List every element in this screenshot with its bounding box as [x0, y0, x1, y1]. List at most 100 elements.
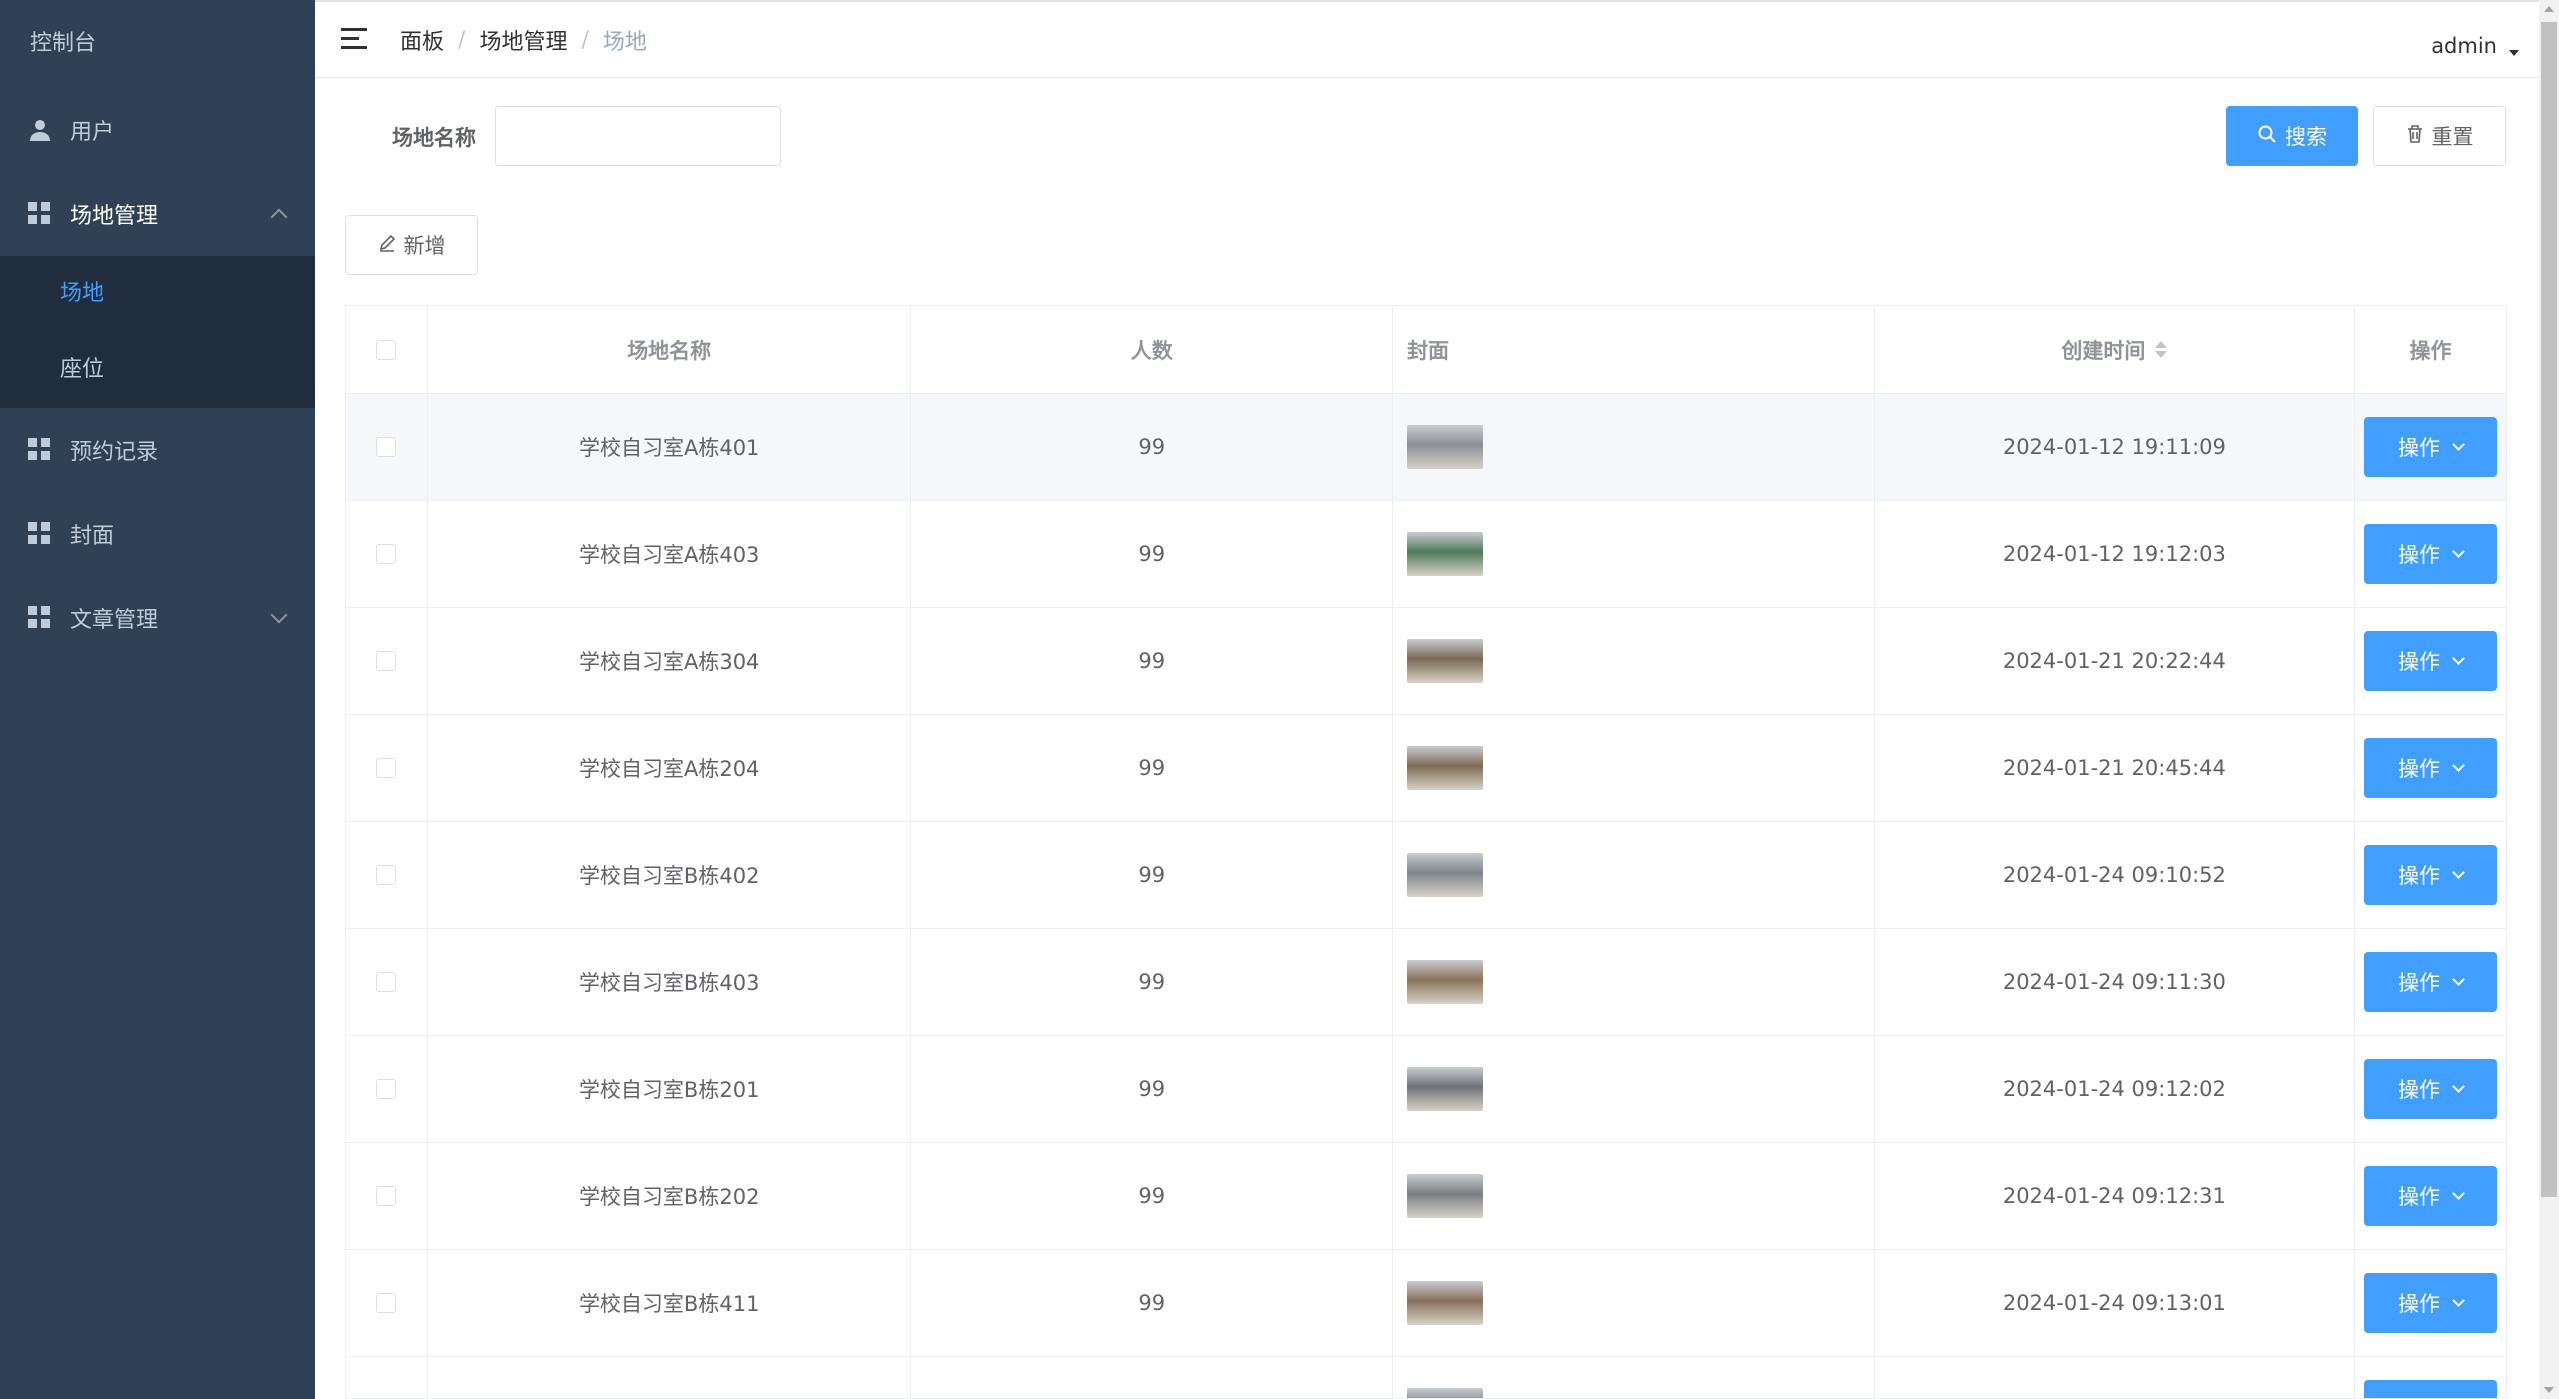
sidebar-item-articles[interactable]: 文章管理 [0, 576, 315, 660]
scroll-down-icon[interactable] [2544, 1387, 2554, 1393]
sidebar-item-users[interactable]: 用户 [0, 88, 315, 172]
sidebar-item-label: 封面 [70, 524, 115, 549]
search-button[interactable]: 搜索 [2226, 106, 2358, 166]
sidebar-item-reservations[interactable]: 预约记录 [0, 408, 315, 492]
column-header-count: 人数 [911, 306, 1394, 393]
venue-name-input[interactable] [495, 106, 781, 166]
created-time-cell: 2024-01-21 20:22:44 [1875, 608, 2356, 714]
table-row[interactable]: 学校自习室A栋401 99 2024-01-12 19:11:09 操作 [346, 394, 2506, 501]
sort-icon[interactable] [2155, 341, 2168, 358]
table-row[interactable]: 学校自习室B栋402 99 2024-01-24 09:10:52 操作 [346, 822, 2506, 929]
row-checkbox[interactable] [376, 1079, 397, 1099]
cover-thumbnail[interactable] [1407, 1174, 1484, 1218]
cover-cell [1393, 822, 1875, 928]
cover-cell [1393, 501, 1875, 607]
capacity-cell: 99 [911, 394, 1394, 500]
row-select-cell [346, 715, 428, 821]
table-row[interactable]: 学校自习室A栋304 99 2024-01-21 20:22:44 操作 [346, 608, 2506, 715]
capacity-cell: 99 [911, 1036, 1394, 1142]
table-row[interactable]: 学校自习室B栋202 99 2024-01-24 09:12:31 操作 [346, 1143, 2506, 1250]
grid-icon [28, 202, 52, 226]
chevron-down-icon [2452, 866, 2465, 879]
actions-dropdown-button[interactable]: 操作 [2364, 1059, 2498, 1119]
venue-name-cell: 学校自习室A栋401 [428, 394, 912, 500]
sidebar-item-label: 场地管理 [70, 204, 159, 229]
table-row[interactable]: 学校自习室A栋403 99 2024-01-12 19:12:03 操作 [346, 501, 2506, 608]
breadcrumb-item-venue: 场地 [602, 30, 647, 55]
actions-cell: 操作 [2355, 394, 2506, 500]
breadcrumb-separator: / [581, 27, 589, 53]
actions-dropdown-button[interactable]: 操作 [2364, 738, 2498, 798]
actions-cell: 操作 [2355, 1250, 2506, 1356]
cover-thumbnail[interactable] [1407, 746, 1484, 790]
row-checkbox[interactable] [376, 972, 397, 992]
sidebar-item-label: 用户 [70, 120, 115, 145]
actions-dropdown-button[interactable]: 操作 [2364, 845, 2498, 905]
table-row[interactable]: 学校自习室B栋403 99 2024-01-24 09:11:30 操作 [346, 929, 2506, 1036]
actions-dropdown-button[interactable]: 操作 [2364, 1166, 2498, 1226]
capacity-cell: 99 [911, 501, 1394, 607]
cover-thumbnail[interactable] [1407, 532, 1484, 576]
sidebar-subitem-seat[interactable]: 座位 [0, 332, 315, 408]
scroll-up-icon[interactable] [2544, 6, 2554, 12]
actions-dropdown-button[interactable]: 操作 [2364, 631, 2498, 691]
capacity-cell [911, 1357, 1394, 1398]
cover-thumbnail[interactable] [1407, 639, 1484, 683]
chevron-down-icon [2452, 438, 2465, 451]
row-checkbox[interactable] [376, 758, 397, 778]
actions-dropdown-button[interactable] [2364, 1380, 2498, 1398]
table-row[interactable]: 学校自习室B栋411 99 2024-01-24 09:13:01 操作 [346, 1250, 2506, 1357]
cover-thumbnail[interactable] [1407, 960, 1484, 1004]
top-navbar: 面板 / 场地管理 / 场地 admin [315, 0, 2559, 78]
venue-name-cell [428, 1357, 912, 1398]
select-all-cell [346, 306, 428, 393]
venue-name-label: 场地名称 [392, 126, 476, 150]
reset-button[interactable]: 重置 [2373, 106, 2506, 166]
select-all-checkbox[interactable] [376, 339, 397, 360]
row-checkbox[interactable] [376, 1186, 397, 1206]
cover-thumbnail[interactable] [1407, 1281, 1484, 1325]
cover-thumbnail[interactable] [1407, 425, 1484, 469]
capacity-cell: 99 [911, 1250, 1394, 1356]
row-checkbox[interactable] [376, 544, 397, 564]
row-checkbox[interactable] [376, 1293, 397, 1313]
actions-dropdown-button[interactable]: 操作 [2364, 417, 2498, 477]
row-checkbox[interactable] [376, 865, 397, 885]
breadcrumb-item-venue-management[interactable]: 场地管理 [479, 24, 567, 56]
sidebar-item-cover[interactable]: 封面 [0, 492, 315, 576]
actions-dropdown-button[interactable]: 操作 [2364, 524, 2498, 584]
sidebar-title[interactable]: 控制台 [0, 0, 315, 88]
actions-dropdown-button[interactable]: 操作 [2364, 952, 2498, 1012]
breadcrumb-separator: / [458, 27, 466, 53]
cover-cell [1393, 1143, 1875, 1249]
sidebar-item-venue-management[interactable]: 场地管理 [0, 172, 315, 256]
sidebar-item-label: 文章管理 [70, 608, 159, 633]
grid-icon [28, 438, 52, 462]
cover-thumbnail[interactable] [1407, 853, 1484, 897]
breadcrumb-item-dashboard[interactable]: 面板 [400, 24, 444, 56]
row-checkbox[interactable] [376, 437, 397, 457]
hamburger-icon[interactable] [341, 28, 367, 50]
capacity-cell: 99 [911, 608, 1394, 714]
cover-thumbnail[interactable] [1407, 1067, 1484, 1111]
venue-name-cell: 学校自习室B栋201 [428, 1036, 912, 1142]
cover-thumbnail[interactable] [1407, 1388, 1484, 1398]
user-dropdown[interactable]: admin [2431, 34, 2519, 58]
chevron-down-icon [270, 606, 288, 624]
row-checkbox[interactable] [376, 651, 397, 671]
actions-button-label: 操作 [2398, 436, 2441, 460]
cover-cell [1393, 1036, 1875, 1142]
venue-name-cell: 学校自习室A栋304 [428, 608, 912, 714]
table-row[interactable] [346, 1357, 2506, 1398]
actions-button-label: 操作 [2398, 543, 2441, 567]
table-row[interactable]: 学校自习室B栋201 99 2024-01-24 09:12:02 操作 [346, 1036, 2506, 1143]
sidebar-subitem-venue[interactable]: 场地 [0, 256, 315, 332]
vertical-scrollbar[interactable] [2539, 0, 2559, 1399]
table-row[interactable]: 学校自习室A栋204 99 2024-01-21 20:45:44 操作 [346, 715, 2506, 822]
actions-dropdown-button[interactable]: 操作 [2364, 1273, 2498, 1333]
add-button[interactable]: 新增 [345, 215, 478, 275]
chevron-up-icon [270, 208, 288, 226]
chevron-down-icon [2452, 545, 2465, 558]
scroll-thumb[interactable] [2541, 22, 2557, 1197]
column-header-created-time[interactable]: 创建时间 [1875, 306, 2356, 393]
